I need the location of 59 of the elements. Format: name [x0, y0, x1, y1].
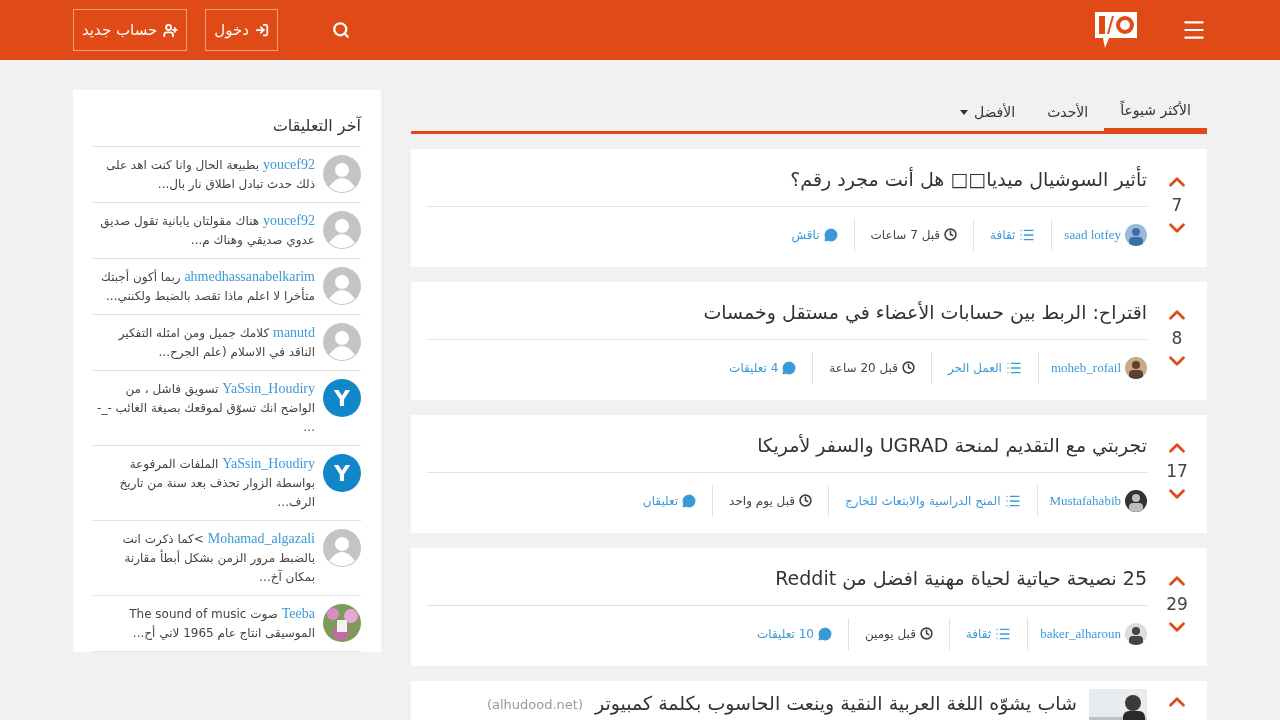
- avatar-icon: [323, 155, 361, 193]
- sort-tab[interactable]: الأحدث: [1031, 93, 1105, 131]
- login-button[interactable]: دخول: [205, 9, 278, 51]
- comments-link[interactable]: تعليقان: [626, 484, 713, 517]
- username-link[interactable]: Teeba: [281, 606, 315, 621]
- search-icon: [331, 21, 350, 39]
- vote-count: 7: [1171, 195, 1183, 215]
- category-link[interactable]: العمل الحر: [930, 351, 1038, 384]
- vote-count: 17: [1166, 461, 1188, 481]
- speech-bubble-icon: [782, 360, 797, 375]
- clock-icon: [901, 361, 915, 374]
- category-link[interactable]: ثقافة: [973, 218, 1052, 251]
- register-button[interactable]: حساب جديد: [73, 9, 188, 51]
- username-link[interactable]: manutd: [273, 325, 315, 340]
- post-title[interactable]: تأثير السوشيال ميديا□□ هل أنت مجرد رقم؟: [790, 168, 1147, 190]
- sort-tab[interactable]: الأفضل: [943, 93, 1032, 131]
- add-user-icon: [163, 22, 179, 38]
- author-link[interactable]: baker_alharoun: [1027, 617, 1147, 650]
- category-link[interactable]: ثقافة: [948, 617, 1028, 650]
- search-button[interactable]: [331, 21, 350, 39]
- author-link[interactable]: saad lotfey: [1051, 218, 1147, 251]
- letter-avatar: Y: [323, 454, 361, 492]
- post-time: قبل 20 ساعة: [812, 351, 931, 384]
- logo-icon[interactable]: [1095, 12, 1137, 48]
- comments-link[interactable]: 10 تعليقات: [741, 617, 848, 650]
- post-title[interactable]: اقتراح: الربط بين حسابات الأعضاء في مستقل وخمسات: [703, 301, 1147, 323]
- clock-icon: [919, 627, 933, 640]
- username-link[interactable]: youcef92: [262, 157, 315, 172]
- link-domain: (alhudood.net): [486, 696, 583, 714]
- post-time: قبل 7 ساعات: [853, 218, 974, 251]
- category-link[interactable]: المنح الدراسية والابتعاث للخارج: [828, 484, 1037, 517]
- speech-bubble-icon: [823, 227, 838, 242]
- post-time: قبل يوم واحد: [712, 484, 828, 517]
- avatar-icon: [323, 529, 361, 567]
- post-title[interactable]: شاب يشوّه اللغة العربية النقية وينعت الحاسوب بكلمة كمبيوتر: [595, 689, 1077, 718]
- username-link[interactable]: youcef92: [262, 213, 315, 228]
- post-time: قبل يومين: [847, 617, 949, 650]
- clock-icon: [799, 494, 812, 507]
- avatar-icon: [323, 267, 361, 305]
- vote-count: 8: [1171, 328, 1183, 348]
- post-title[interactable]: تجربتي مع التقديم لمنحة UGRAD والسفر لأمريكا: [757, 434, 1147, 456]
- speech-bubble-icon: [817, 626, 832, 641]
- username-link[interactable]: Mohamad_algazali: [207, 531, 315, 546]
- speech-bubble-icon: [682, 493, 697, 508]
- vote-count: 29: [1166, 594, 1188, 614]
- username-link[interactable]: ahmedhassanabelkarim: [184, 269, 315, 284]
- author-link[interactable]: Mustafahabib: [1036, 484, 1147, 517]
- comments-link[interactable]: 4 تعليقات: [713, 351, 813, 384]
- letter-avatar: Y: [323, 379, 361, 417]
- sidebar-title: آخر التعليقات: [93, 114, 361, 147]
- username-link[interactable]: YaSsin_Houdiry: [222, 456, 315, 471]
- comments-link[interactable]: ناقش: [775, 218, 854, 251]
- author-link[interactable]: moheb_rofail: [1037, 351, 1147, 384]
- clock-icon: [944, 228, 958, 241]
- avatar-icon: [323, 323, 361, 361]
- login-icon: [254, 23, 269, 37]
- username-link[interactable]: YaSsin_Houdiry: [222, 381, 315, 396]
- avatar-icon: [323, 211, 361, 249]
- post-title[interactable]: 25 نصيحة حياتية لحياة مهنية افضل من Reddit: [775, 567, 1147, 589]
